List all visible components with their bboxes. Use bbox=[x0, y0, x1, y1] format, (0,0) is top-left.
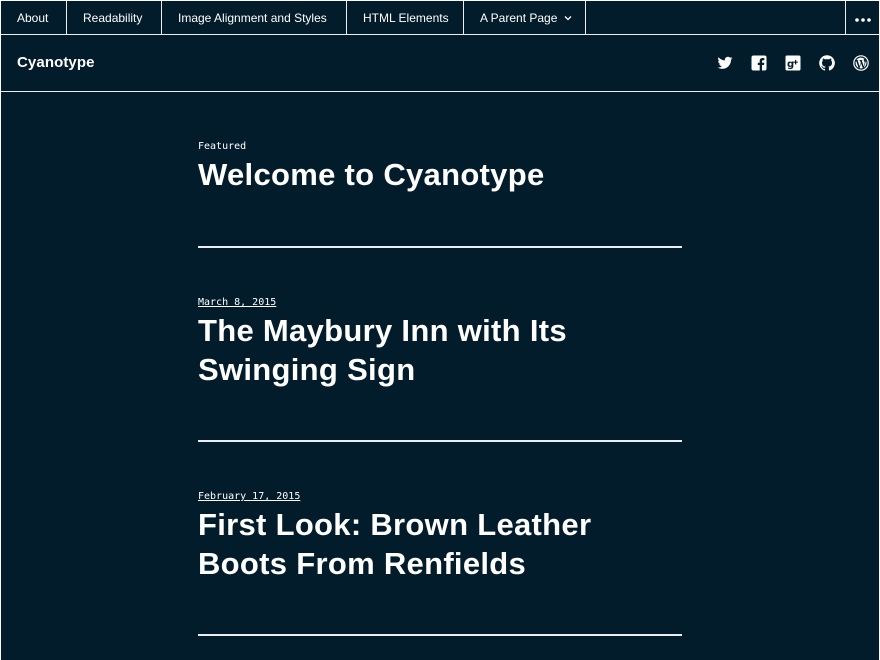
page: About Readability Image Alignment and St… bbox=[1, 1, 879, 660]
google-plus-icon[interactable]: g bbox=[785, 55, 801, 71]
nav-item-label: A Parent Page bbox=[480, 11, 558, 25]
divider bbox=[198, 246, 682, 248]
nav-item-label: HTML Elements bbox=[363, 11, 449, 25]
nav-item-html-elements[interactable]: HTML Elements bbox=[347, 1, 464, 35]
post-featured: Featured Welcome to Cyanotype bbox=[198, 141, 682, 194]
nav-item-about[interactable]: About bbox=[1, 1, 67, 35]
post-title[interactable]: Welcome to Cyanotype bbox=[198, 155, 682, 194]
post-title[interactable]: The Maybury Inn with Its Swinging Sign bbox=[198, 311, 682, 389]
nav-item-image-alignment[interactable]: Image Alignment and Styles bbox=[162, 1, 347, 35]
wordpress-icon[interactable] bbox=[853, 55, 869, 71]
twitter-icon[interactable] bbox=[717, 55, 733, 71]
post-date[interactable]: March 8, 2015 bbox=[198, 297, 682, 308]
nav-item-readability[interactable]: Readability bbox=[67, 1, 162, 35]
facebook-icon[interactable] bbox=[751, 55, 767, 71]
top-navigation: About Readability Image Alignment and St… bbox=[1, 1, 879, 35]
svg-text:g: g bbox=[787, 59, 794, 70]
site-header: Cyanotype g bbox=[1, 35, 879, 92]
ellipsis-icon bbox=[854, 9, 871, 27]
divider bbox=[198, 440, 682, 442]
nav-item-label: Image Alignment and Styles bbox=[178, 11, 327, 25]
nav-item-label: About bbox=[17, 11, 49, 25]
post-date[interactable]: February 17, 2015 bbox=[198, 491, 682, 502]
more-menu-button[interactable] bbox=[845, 1, 879, 35]
post-category: Featured bbox=[198, 141, 247, 152]
nav-item-parent-page[interactable]: A Parent Page bbox=[464, 1, 586, 35]
post-maybury-inn: March 8, 2015 The Maybury Inn with Its S… bbox=[198, 297, 682, 389]
site-title[interactable]: Cyanotype bbox=[17, 54, 95, 71]
divider bbox=[198, 634, 682, 636]
nav-item-label: Readability bbox=[83, 11, 143, 25]
post-leather-boots: February 17, 2015 First Look: Brown Leat… bbox=[198, 491, 682, 583]
github-icon[interactable] bbox=[819, 55, 835, 71]
post-title[interactable]: First Look: Brown Leather Boots From Ren… bbox=[198, 505, 682, 583]
social-links: g bbox=[717, 55, 869, 71]
chevron-down-icon bbox=[564, 15, 572, 21]
